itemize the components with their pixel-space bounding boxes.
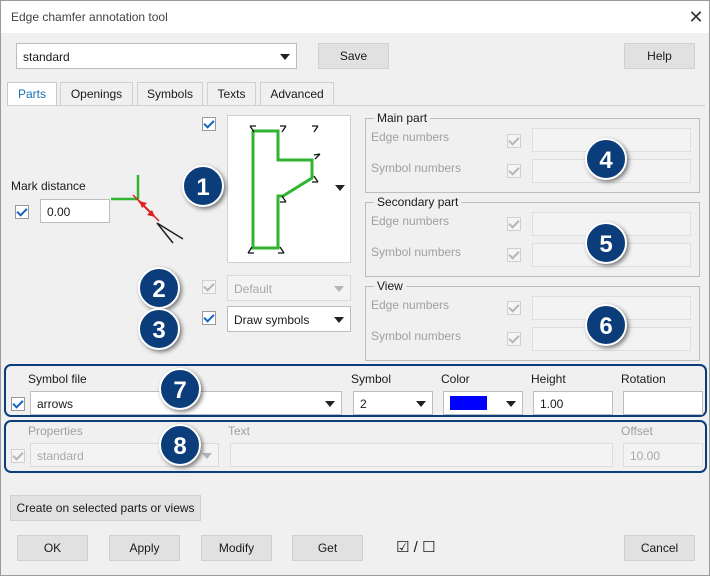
callout-badge-1: 1 <box>182 165 224 207</box>
symbol-select[interactable]: 2 <box>353 391 433 415</box>
ok-button[interactable]: OK <box>17 535 88 561</box>
view-title: View <box>374 279 406 293</box>
modify-button[interactable]: Modify <box>201 535 272 561</box>
get-button[interactable]: Get <box>292 535 363 561</box>
properties-value: standard <box>37 449 84 463</box>
auto-select[interactable]: Default <box>227 275 351 301</box>
dialog-window: Edge chamfer annotation tool ✕ standard … <box>0 0 710 576</box>
text-input[interactable] <box>230 443 613 467</box>
callout-badge-8: 8 <box>159 424 201 466</box>
create-on-selected-button[interactable]: Create on selected parts or views <box>10 495 201 521</box>
auto-checkbox[interactable] <box>202 280 216 294</box>
title-bar: Edge chamfer annotation tool ✕ <box>1 1 709 33</box>
part-shape-preview-icon <box>247 125 321 254</box>
view-symbol-numbers-checkbox[interactable] <box>507 332 521 346</box>
properties-label: Properties <box>28 424 83 438</box>
color-select[interactable] <box>443 391 523 415</box>
tab-parts[interactable]: Parts <box>7 82 57 107</box>
symbol-file-checkbox[interactable] <box>11 397 25 411</box>
text-label: Text <box>228 424 251 438</box>
callout-badge-7: 7 <box>159 368 201 410</box>
close-icon[interactable]: ✕ <box>685 6 707 28</box>
chevron-down-icon <box>416 401 426 407</box>
properties-checkbox[interactable] <box>11 449 25 463</box>
secondary-symbol-numbers-label: Symbol numbers <box>371 245 462 259</box>
view-symbol-numbers-label: Symbol numbers <box>371 329 462 343</box>
rotation-label: Rotation <box>621 372 666 386</box>
height-input[interactable]: 1.00 <box>533 391 613 415</box>
main-edge-numbers-checkbox[interactable] <box>507 134 521 148</box>
auto-select-value: Default <box>234 282 273 296</box>
save-button[interactable]: Save <box>318 43 389 69</box>
chevron-down-icon <box>325 401 335 407</box>
draw-symbols-select[interactable]: Draw symbols <box>227 306 351 332</box>
chevron-down-icon <box>334 317 344 323</box>
tab-texts[interactable]: Texts <box>207 82 256 106</box>
tab-openings[interactable]: Openings <box>60 82 133 106</box>
view-edge-numbers-checkbox[interactable] <box>507 301 521 315</box>
cancel-button[interactable]: Cancel <box>624 535 695 561</box>
color-label: Color <box>441 372 470 386</box>
callout-badge-2: 2 <box>138 267 180 309</box>
mark-distance-diagram-icon <box>111 175 184 244</box>
mark-distance-label: Mark distance <box>11 179 86 193</box>
offset-input[interactable]: 10.00 <box>623 443 703 467</box>
symbol-file-value: arrows <box>37 397 74 411</box>
mark-distance-input[interactable]: 0.00 <box>40 199 110 223</box>
preset-select[interactable]: standard <box>16 43 297 69</box>
height-label: Height <box>531 372 566 386</box>
window-title: Edge chamfer annotation tool <box>11 10 168 24</box>
preset-value: standard <box>23 50 70 64</box>
shape-preview <box>227 115 351 263</box>
main-part-title: Main part <box>374 111 431 125</box>
apply-button[interactable]: Apply <box>109 535 180 561</box>
callout-badge-6: 6 <box>585 304 627 346</box>
symbol-value: 2 <box>360 397 367 411</box>
tab-advanced[interactable]: Advanced <box>260 82 334 106</box>
chevron-down-icon <box>334 286 344 292</box>
main-symbol-numbers-label: Symbol numbers <box>371 161 462 175</box>
secondary-edge-numbers-label: Edge numbers <box>371 214 450 228</box>
secondary-part-title: Secondary part <box>374 195 462 209</box>
view-edge-numbers-label: Edge numbers <box>371 298 450 312</box>
chevron-down-icon <box>202 453 212 459</box>
mark-distance-checkbox[interactable] <box>15 205 29 219</box>
main-symbol-numbers-checkbox[interactable] <box>507 164 521 178</box>
draw-symbols-value: Draw symbols <box>234 313 310 327</box>
secondary-symbol-numbers-checkbox[interactable] <box>507 248 521 262</box>
main-edge-numbers-label: Edge numbers <box>371 130 450 144</box>
symbol-label: Symbol <box>351 372 392 386</box>
help-button[interactable]: Help <box>624 43 695 69</box>
callout-badge-5: 5 <box>585 222 627 264</box>
chevron-down-icon <box>506 401 516 407</box>
toggle-all-checkboxes-button[interactable]: ☑ / ☐ <box>396 538 435 556</box>
chevron-down-icon <box>280 54 290 60</box>
draw-symbols-checkbox[interactable] <box>202 311 216 325</box>
secondary-edge-numbers-checkbox[interactable] <box>507 217 521 231</box>
preview-dropdown-icon[interactable] <box>335 185 345 191</box>
tab-symbols[interactable]: Symbols <box>137 82 203 106</box>
offset-label: Offset <box>621 424 653 438</box>
callout-badge-3: 3 <box>138 308 180 350</box>
preview-checkbox[interactable] <box>202 117 216 131</box>
color-swatch <box>450 396 487 410</box>
rotation-input[interactable] <box>623 391 703 415</box>
symbol-file-label: Symbol file <box>28 372 87 386</box>
callout-badge-4: 4 <box>585 138 627 180</box>
